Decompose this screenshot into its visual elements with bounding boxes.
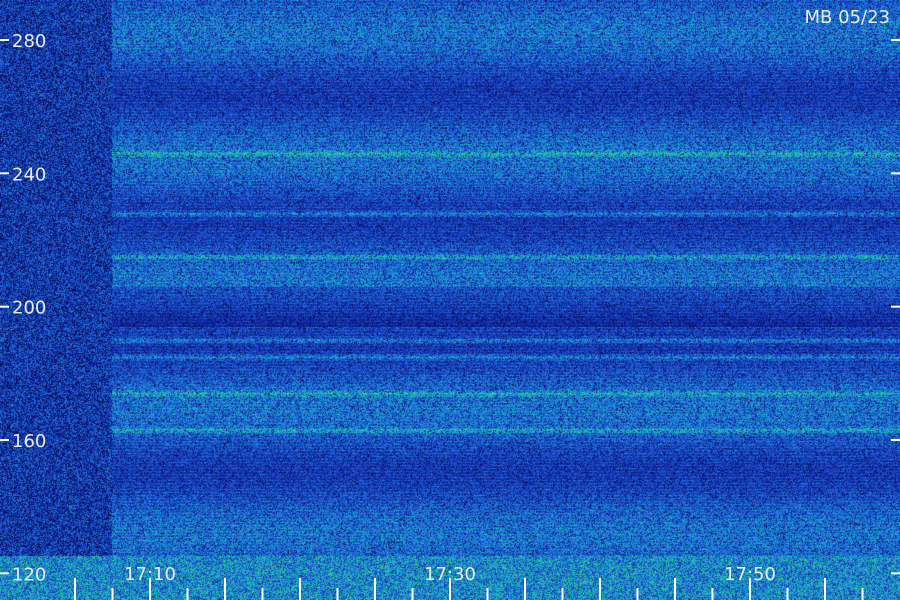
y-tick-label: 160	[12, 431, 46, 452]
x-tick-label: 17:50	[724, 564, 776, 585]
x-tick-label: 17:30	[424, 564, 476, 585]
y-tick-label: 280	[12, 31, 46, 52]
y-tick-label: 200	[12, 298, 46, 319]
x-tick-label: 17:10	[124, 564, 176, 585]
y-axis-left: 120 160 200 240 280	[0, 31, 46, 585]
y-axis-right	[891, 39, 900, 575]
y-tick-label: 240	[12, 164, 46, 185]
x-axis: 17:10 17:30 17:50	[74, 564, 864, 600]
axes-overlay: MB 05/23 120 160 200 240 280 17:10 17:30 17:50	[0, 7, 900, 600]
chart-title: MB 05/23	[805, 7, 890, 28]
y-tick-label: 120	[12, 564, 46, 585]
